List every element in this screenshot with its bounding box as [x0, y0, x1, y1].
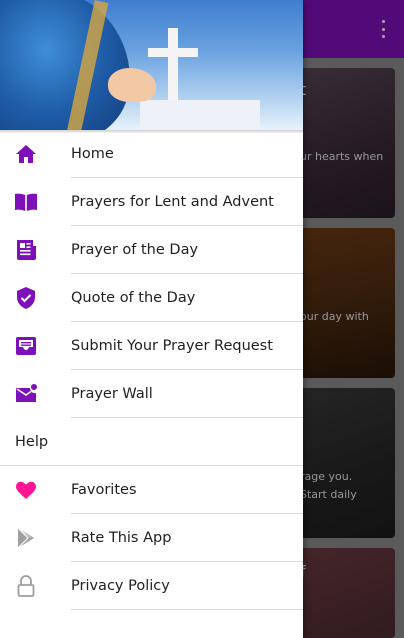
menu-item-label: Privacy Policy: [71, 578, 170, 594]
shield-check-icon: [14, 286, 38, 310]
play-store-icon: [14, 526, 38, 550]
menu-item-lent-advent[interactable]: Prayers for Lent and Advent: [0, 178, 303, 226]
menu-item-label: Quote of the Day: [71, 290, 196, 306]
menu-item-label: Prayer Wall: [71, 386, 153, 402]
menu-item-prayer-of-the-day[interactable]: Prayer of the Day: [0, 226, 303, 274]
heart-icon: [14, 478, 38, 502]
menu-item-label: Favorites: [71, 482, 137, 498]
lock-icon: [14, 574, 38, 598]
drawer-header-image: [0, 0, 303, 130]
section-title: Help: [15, 434, 49, 450]
menu-item-label: Rate This App: [71, 530, 172, 546]
home-icon: [14, 142, 38, 166]
inbox-icon: [14, 334, 38, 358]
menu-item-rate-app[interactable]: Rate This App: [0, 514, 303, 562]
menu-item-label: Home: [71, 146, 114, 162]
menu-item-favorites[interactable]: Favorites: [0, 466, 303, 514]
book-icon: [14, 190, 38, 214]
menu-item-privacy-policy[interactable]: Privacy Policy: [0, 562, 303, 610]
menu-item-label: Prayer of the Day: [71, 242, 199, 258]
drawer-menu: Home Prayers for Lent and Advent Prayer …: [0, 130, 303, 610]
navigation-drawer: Home Prayers for Lent and Advent Prayer …: [0, 0, 303, 638]
newspaper-icon: [14, 238, 38, 262]
menu-item-quote-of-the-day[interactable]: Quote of the Day: [0, 274, 303, 322]
help-section-header: Help: [0, 418, 303, 466]
menu-item-submit-request[interactable]: Submit Your Prayer Request: [0, 322, 303, 370]
menu-item-home[interactable]: Home: [0, 130, 303, 178]
menu-item-prayer-wall[interactable]: Prayer Wall: [0, 370, 303, 418]
menu-item-label: Submit Your Prayer Request: [71, 338, 273, 354]
mail-notification-icon: [14, 382, 38, 406]
menu-item-label: Prayers for Lent and Advent: [71, 194, 274, 210]
